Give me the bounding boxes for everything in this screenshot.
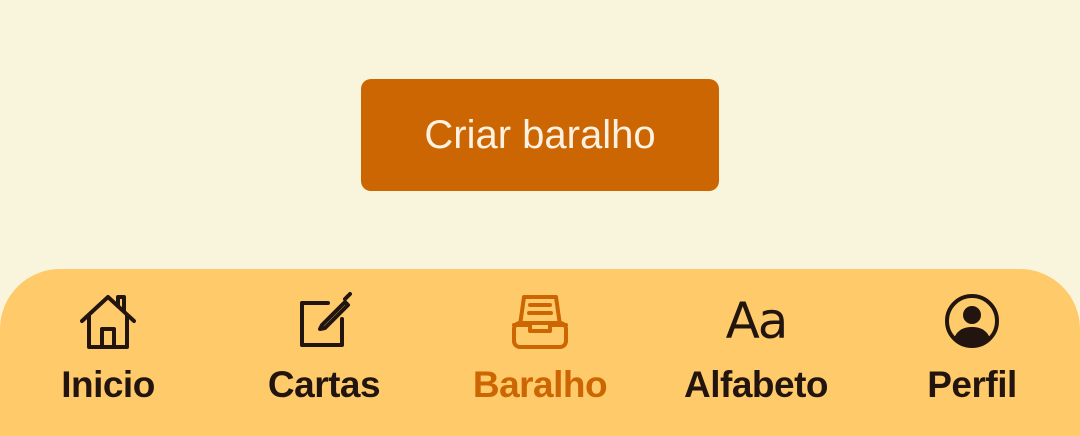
text-aa-icon: Aa [725, 292, 789, 350]
nav-item-cartas[interactable]: Cartas [216, 269, 432, 436]
bottom-navigation-bar: Inicio Cartas Baralho Aa Alfabeto Perfil [0, 269, 1080, 436]
nav-label-inicio: Inicio [61, 364, 155, 405]
nav-item-inicio[interactable]: Inicio [0, 269, 216, 436]
nav-label-baralho: Baralho [472, 364, 608, 405]
nav-label-cartas: Cartas [267, 364, 381, 405]
inbox-tray-icon [508, 289, 572, 353]
home-icon [76, 289, 140, 353]
create-deck-button[interactable]: Criar baralho [361, 79, 719, 191]
edit-icon [292, 289, 356, 353]
nav-item-baralho[interactable]: Baralho [432, 269, 648, 436]
nav-label-alfabeto: Alfabeto [684, 364, 829, 405]
nav-item-alfabeto[interactable]: Aa Alfabeto [648, 269, 864, 436]
nav-item-perfil[interactable]: Perfil [864, 269, 1080, 436]
nav-label-perfil: Perfil [927, 364, 1017, 405]
user-circle-icon [940, 289, 1004, 353]
